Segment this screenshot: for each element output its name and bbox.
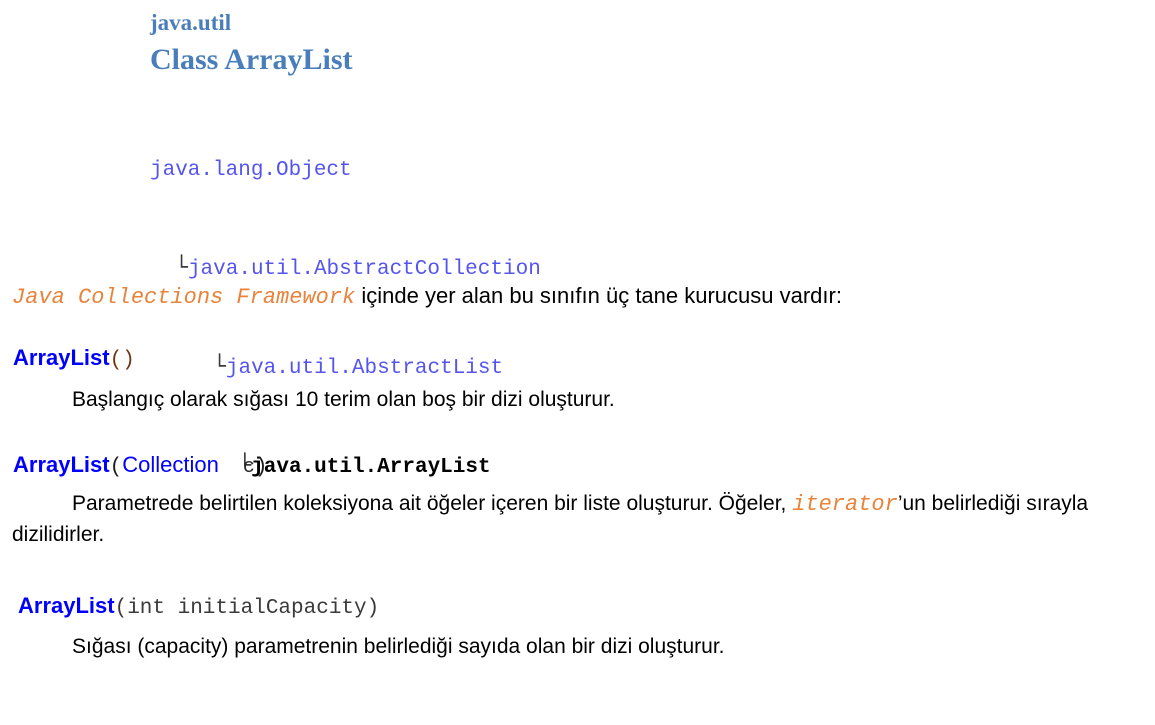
constructor-signature-3: ArrayList(int initialCapacity) <box>18 592 379 623</box>
framework-code-term: Java Collections Framework <box>12 285 356 310</box>
hierarchy-node: └java.util.AbstractCollection <box>150 251 541 284</box>
constructor-description-1: Başlangıç olarak sığası 10 terim olan bo… <box>72 388 615 411</box>
hierarchy-node: java.lang.Object <box>150 152 541 185</box>
open-paren: ( <box>109 349 123 372</box>
hierarchy-node-label: java.lang.Object <box>150 159 352 182</box>
intro-text: içinde yer alan bu sınıfın üç tane kuruc… <box>355 283 842 308</box>
page-title: Class ArrayList <box>150 43 353 76</box>
hierarchy-node: └java.util.AbstractList <box>150 350 541 383</box>
intro-paragraph: Java Collections Framework içinde yer al… <box>12 281 842 313</box>
hierarchy-node-label: java.util.AbstractCollection <box>187 258 541 281</box>
constructor-signature-1: ArrayList() <box>13 344 135 375</box>
constructor-signature-2: ArrayList(Collection c) <box>13 451 267 482</box>
open-paren: ( <box>109 456 123 479</box>
constructor-name: ArrayList <box>13 345 110 370</box>
tree-branch-icon: └ <box>150 255 188 279</box>
constructor-description-2: Parametrede belirtilen koleksiyona ait ö… <box>12 489 1152 550</box>
close-paren: ) <box>122 349 135 372</box>
hierarchy-node-label-current: java.util.ArrayList <box>251 456 491 479</box>
constructor-name: ArrayList <box>18 593 115 618</box>
parameter-name: c <box>242 456 255 479</box>
hierarchy-node-label: java.util.AbstractList <box>225 357 504 380</box>
tree-branch-icon: └ <box>150 354 226 378</box>
description-text-part1: Parametrede belirtilen koleksiyona ait ö… <box>72 492 793 515</box>
constructor-name: ArrayList <box>13 452 110 477</box>
constructor-description-3: Sığası (capacity) parametrenin belirledi… <box>72 635 725 658</box>
iterator-code-term: iterator <box>792 492 898 517</box>
parameter-type: Collection <box>122 452 219 477</box>
package-name: java.util <box>150 10 232 35</box>
close-paren: ) <box>254 456 268 479</box>
constructor-parameters: (int initialCapacity) <box>114 597 380 620</box>
document-page: java.util Class ArrayList java.lang.Obje… <box>0 0 1155 725</box>
